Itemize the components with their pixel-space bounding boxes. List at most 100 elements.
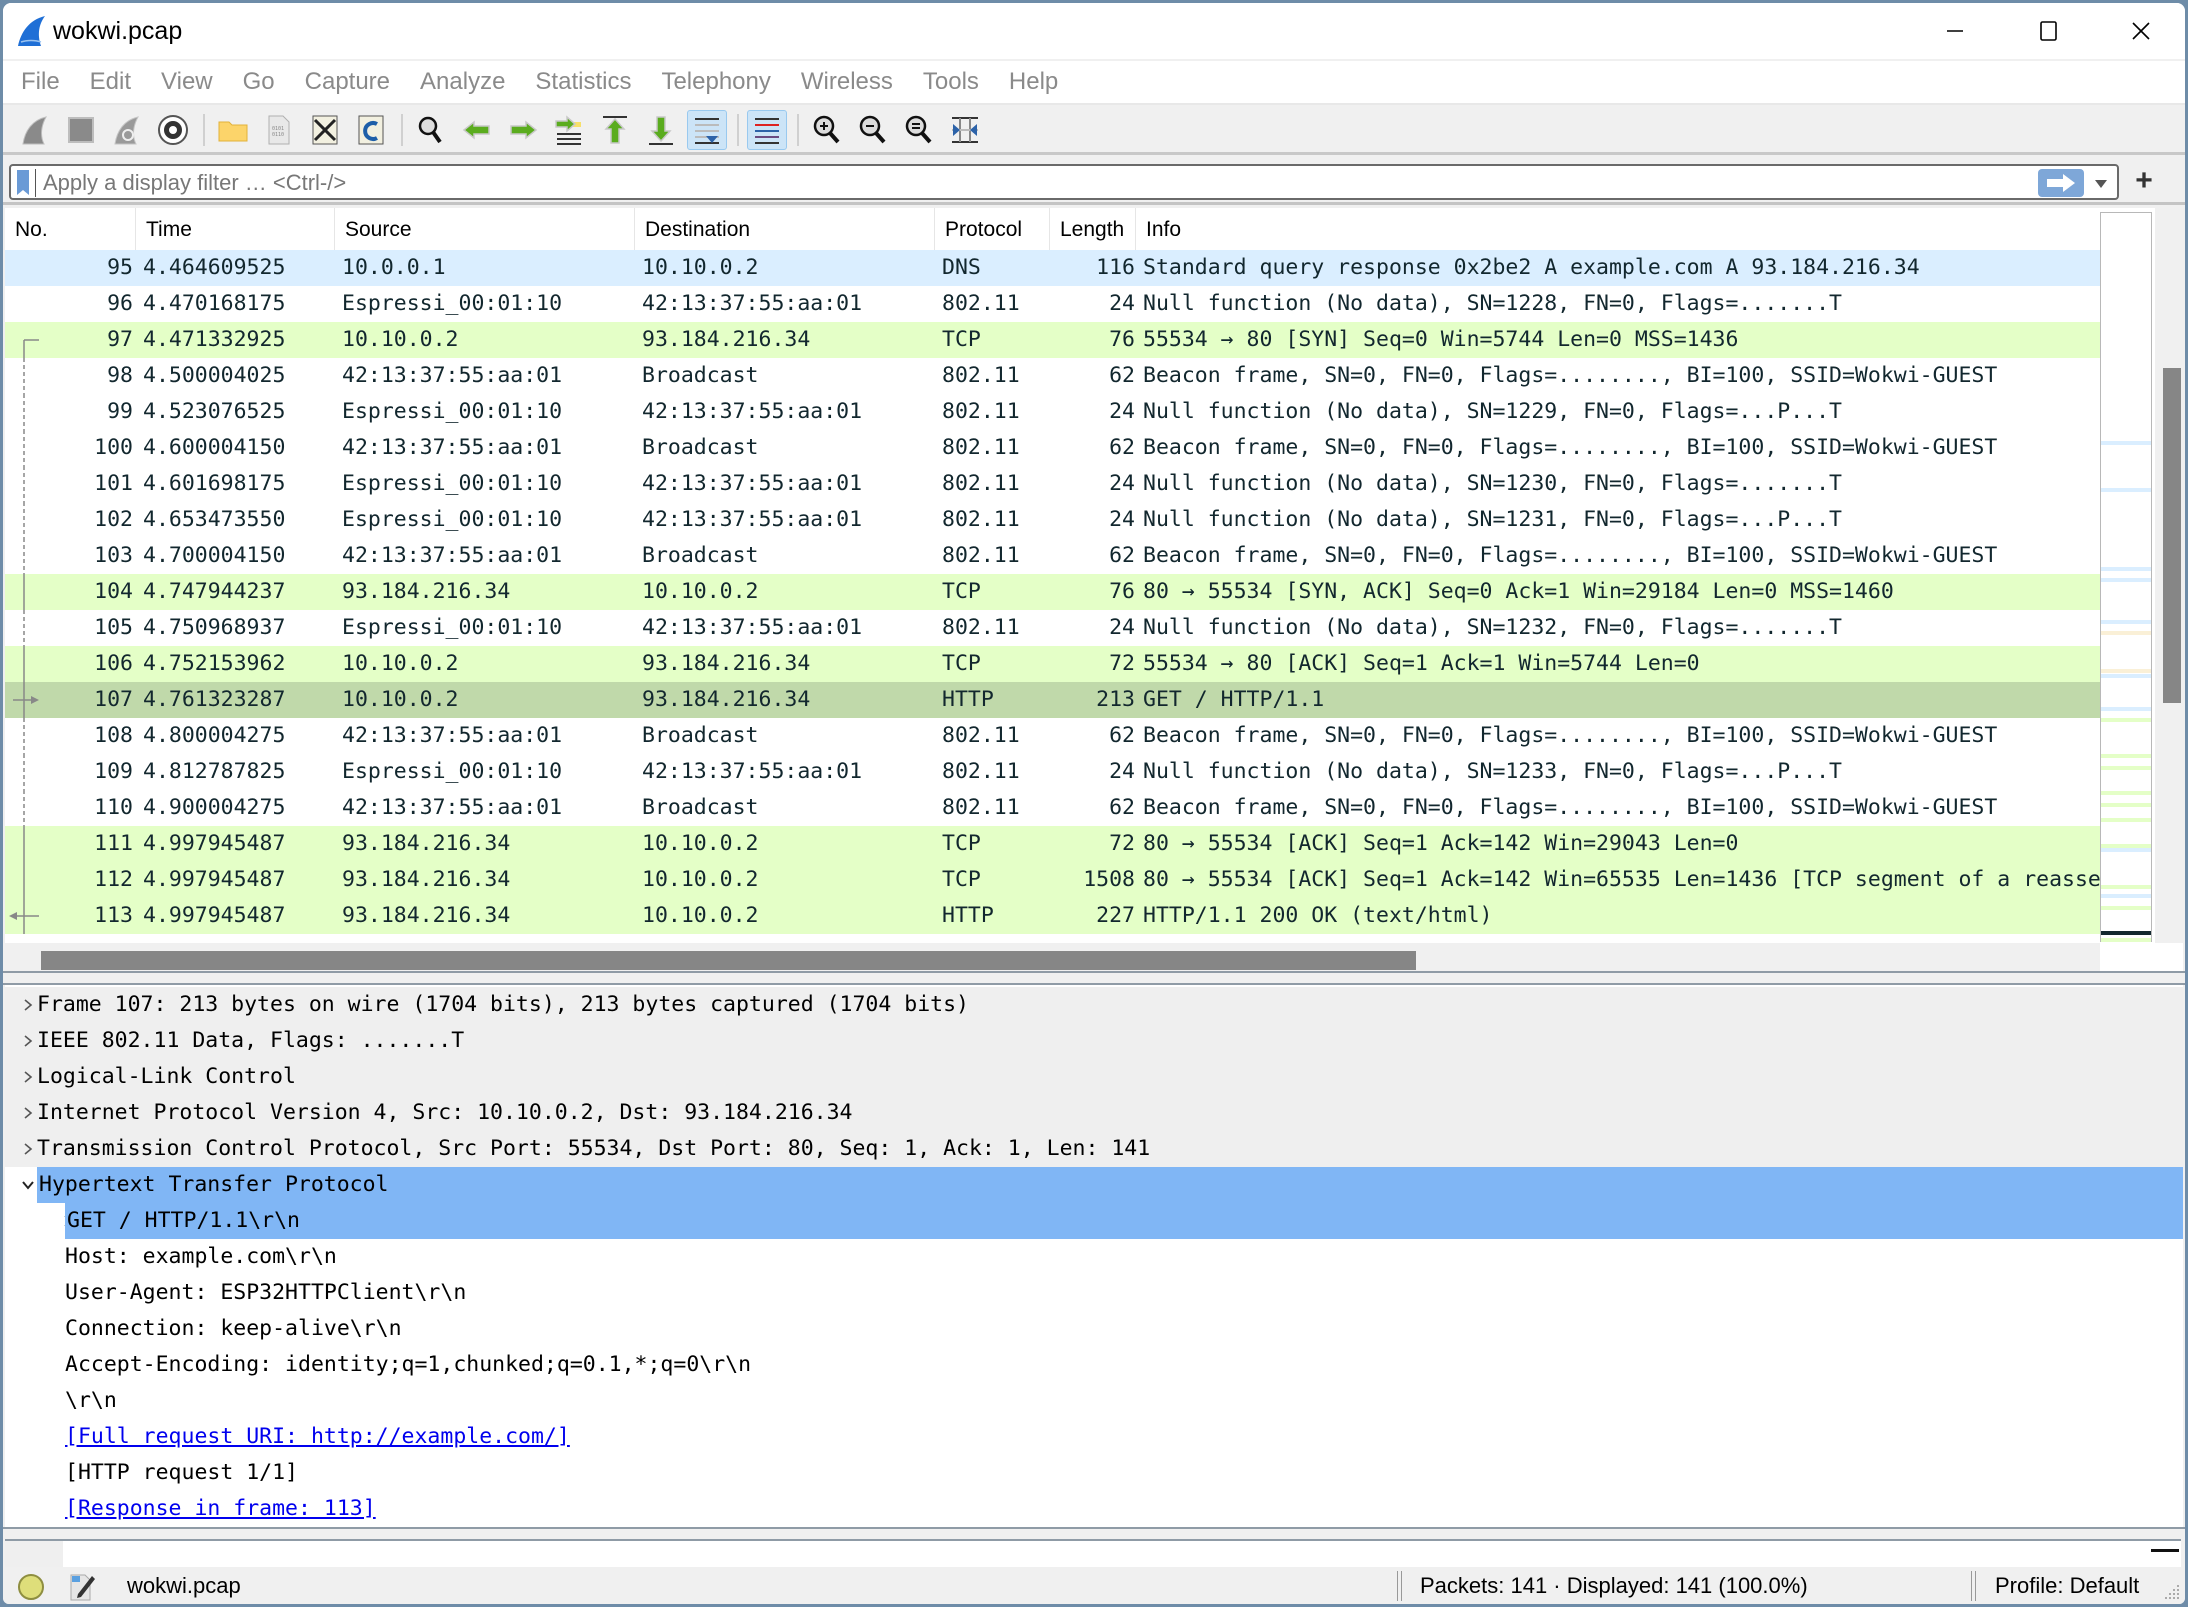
column-header-info[interactable]: Info xyxy=(1136,208,2100,250)
close-file-button[interactable] xyxy=(305,110,345,150)
status-profile[interactable]: Profile: Default xyxy=(1995,1569,2139,1603)
auto-scroll-button[interactable] xyxy=(687,109,727,150)
detail-tree-item[interactable]: [Response in frame: 113] xyxy=(5,1491,2183,1527)
detail-tree-item[interactable]: Frame 107: 213 bytes on wire (1704 bits)… xyxy=(5,987,2183,1023)
column-header-no[interactable]: No. xyxy=(5,208,136,250)
chevron-right-icon[interactable] xyxy=(17,1059,39,1095)
menu-analyze[interactable]: Analyze xyxy=(408,68,517,96)
cell-time: 4.761323287 xyxy=(143,687,286,712)
zoom-in-button[interactable] xyxy=(807,110,847,150)
chevron-down-icon[interactable] xyxy=(17,1167,39,1203)
packet-row[interactable]: 113 4.997945487 93.184.216.34 10.10.0.2 HTTP… xyxy=(5,898,2100,934)
menu-view[interactable]: View xyxy=(149,68,225,96)
reload-file-button[interactable] xyxy=(351,110,391,150)
packet-row[interactable]: 106 4.752153962 10.10.0.2 93.184.216.34 TCP 7… xyxy=(5,646,2100,682)
packet-row[interactable]: 108 4.800004275 42:13:37:55:aa:01 Broadcast… xyxy=(5,718,2100,754)
detail-tree-item[interactable]: Accept-Encoding: identity;q=1,chunked;q=… xyxy=(5,1347,2183,1383)
detail-tree-item[interactable]: Internet Protocol Version 4, Src: 10.10.… xyxy=(5,1095,2183,1131)
packet-row-selected[interactable]: 107 4.761323287 10.10.0.2 93.184.216.34 HTTP… xyxy=(5,682,2100,718)
detail-tree-item[interactable]: Hypertext Transfer Protocol xyxy=(5,1167,2183,1203)
detail-tree-item[interactable]: User-Agent: ESP32HTTPClient\r\n xyxy=(5,1275,2183,1311)
pane-splitter[interactable] xyxy=(3,971,2185,985)
filter-history-dropdown[interactable] xyxy=(2091,174,2111,194)
packet-row[interactable]: 112 4.997945487 93.184.216.34 10.10.0.2 TCP 1… xyxy=(5,862,2100,898)
packet-list-horizontal-scrollbar[interactable] xyxy=(5,943,2100,971)
horizontal-scroll-thumb[interactable] xyxy=(41,951,1416,970)
column-header-length[interactable]: Length xyxy=(1050,208,1136,250)
resize-columns-button[interactable] xyxy=(945,110,985,150)
packet-list-vertical-scrollbar[interactable] xyxy=(2155,208,2183,943)
detail-tree-item[interactable]: Connection: keep-alive\r\n xyxy=(5,1311,2183,1347)
menu-wireless[interactable]: Wireless xyxy=(789,68,905,96)
packet-row[interactable]: 97 4.471332925 10.10.0.2 93.184.216.34 TCP 76… xyxy=(5,322,2100,358)
detail-tree-item[interactable]: [Full request URI: http://example.com/] xyxy=(5,1419,2183,1455)
go-first-packet-button[interactable] xyxy=(595,110,635,150)
menu-capture[interactable]: Capture xyxy=(293,68,402,96)
packet-row[interactable]: 103 4.700004150 42:13:37:55:aa:01 Broadcast… xyxy=(5,538,2100,574)
close-button[interactable] xyxy=(2095,3,2185,59)
detail-tree-item[interactable]: [HTTP request 1/1] xyxy=(5,1455,2183,1491)
capture-options-button[interactable] xyxy=(153,110,193,150)
packet-row[interactable]: 110 4.900004275 42:13:37:55:aa:01 Broadcast… xyxy=(5,790,2100,826)
go-forward-button[interactable] xyxy=(503,110,543,150)
find-packet-button[interactable] xyxy=(411,110,451,150)
chevron-right-icon[interactable] xyxy=(17,1023,39,1059)
column-header-source[interactable]: Source xyxy=(335,208,635,250)
detail-tree-item[interactable]: GET / HTTP/1.1\r\n xyxy=(5,1203,2183,1239)
capture-comment-icon[interactable] xyxy=(68,1572,96,1602)
menu-help[interactable]: Help xyxy=(997,68,1070,96)
stop-capture-button[interactable] xyxy=(61,110,101,150)
start-capture-button[interactable] xyxy=(15,110,55,150)
packet-row[interactable]: 98 4.500004025 42:13:37:55:aa:01 Broadcast 8… xyxy=(5,358,2100,394)
column-header-destination[interactable]: Destination xyxy=(635,208,935,250)
detail-tree-item[interactable]: Host: example.com\r\n xyxy=(5,1239,2183,1275)
go-back-button[interactable] xyxy=(457,110,497,150)
menu-file[interactable]: File xyxy=(9,68,72,96)
detail-tree-item[interactable]: Transmission Control Protocol, Src Port:… xyxy=(5,1131,2183,1167)
pane-splitter-bytes[interactable] xyxy=(3,1527,2185,1569)
detail-tree-item[interactable]: \r\n xyxy=(5,1383,2183,1419)
open-file-button[interactable] xyxy=(213,110,253,150)
detail-tree-item[interactable]: Logical-Link Control xyxy=(5,1059,2183,1095)
bookmark-icon[interactable] xyxy=(17,170,29,195)
packet-row[interactable]: 109 4.812787825 Espressi_00:01:10 42:13:37:… xyxy=(5,754,2100,790)
packet-minimap[interactable] xyxy=(2100,212,2152,943)
packet-row[interactable]: 99 4.523076525 Espressi_00:01:10 42:13:37:5… xyxy=(5,394,2100,430)
zoom-out-button[interactable] xyxy=(853,110,893,150)
resize-grip-icon[interactable] xyxy=(2161,1581,2181,1601)
chevron-right-icon[interactable] xyxy=(17,987,39,1023)
save-file-button[interactable]: 0101 0110 xyxy=(259,110,299,150)
restart-capture-button[interactable] xyxy=(107,110,147,150)
packet-row[interactable]: 111 4.997945487 93.184.216.34 10.10.0.2 TCP 7… xyxy=(5,826,2100,862)
packet-row[interactable]: 95 4.464609525 10.0.0.1 10.10.0.2 DNS 116 Stan… xyxy=(5,250,2100,286)
apply-filter-button[interactable] xyxy=(2038,169,2084,197)
zoom-normal-button[interactable] xyxy=(899,110,939,150)
detail-link[interactable]: [Response in frame: 113] xyxy=(65,1491,386,1527)
maximize-button[interactable] xyxy=(2003,3,2095,59)
menu-go[interactable]: Go xyxy=(231,68,287,96)
menu-statistics[interactable]: Statistics xyxy=(523,68,643,96)
packet-row[interactable]: 105 4.750968937 Espressi_00:01:10 42:13:37:… xyxy=(5,610,2100,646)
packet-row[interactable]: 102 4.653473550 Espressi_00:01:10 42:13:37:… xyxy=(5,502,2100,538)
menu-edit[interactable]: Edit xyxy=(78,68,143,96)
menu-telephony[interactable]: Telephony xyxy=(649,68,782,96)
expert-info-led-icon[interactable] xyxy=(18,1574,44,1600)
go-last-packet-button[interactable] xyxy=(641,110,681,150)
packet-row[interactable]: 100 4.600004150 42:13:37:55:aa:01 Broadcast… xyxy=(5,430,2100,466)
column-header-time[interactable]: Time xyxy=(136,208,335,250)
detail-tree-item[interactable]: IEEE 802.11 Data, Flags: .......T xyxy=(5,1023,2183,1059)
colorize-button[interactable] xyxy=(747,109,787,150)
column-header-protocol[interactable]: Protocol xyxy=(935,208,1050,250)
minimize-button[interactable] xyxy=(1909,3,2001,59)
menu-tools[interactable]: Tools xyxy=(911,68,991,96)
chevron-right-icon[interactable] xyxy=(17,1095,39,1131)
go-to-packet-button[interactable] xyxy=(549,110,589,150)
chevron-right-icon[interactable] xyxy=(17,1131,39,1167)
display-filter-input[interactable] xyxy=(43,168,2023,198)
vertical-scroll-thumb[interactable] xyxy=(2163,368,2181,703)
packet-row[interactable]: 104 4.747944237 93.184.216.34 10.10.0.2 TCP 7… xyxy=(5,574,2100,610)
packet-row[interactable]: 101 4.601698175 Espressi_00:01:10 42:13:37:… xyxy=(5,466,2100,502)
packet-row[interactable]: 96 4.470168175 Espressi_00:01:10 42:13:37:5… xyxy=(5,286,2100,322)
detail-link[interactable]: [Full request URI: http://example.com/] xyxy=(65,1419,580,1455)
add-filter-button-icon[interactable]: + xyxy=(2129,163,2159,199)
